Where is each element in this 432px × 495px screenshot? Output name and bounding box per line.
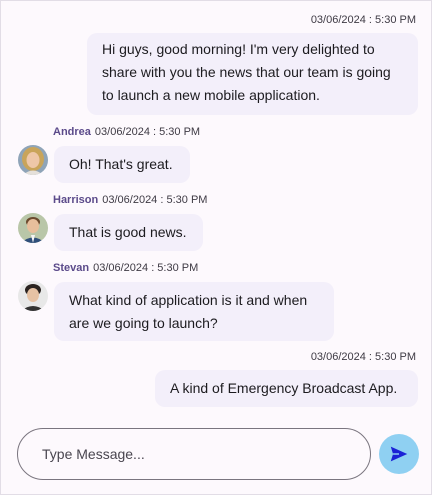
message-composer — [17, 428, 371, 480]
chat-view: 03/06/2024 : 5:30 PM Hi guys, good morni… — [0, 0, 432, 495]
outgoing-message-bubble: Hi guys, good morning! I'm very delighte… — [87, 33, 418, 115]
message-line: Hi guys, good morning! I'm very delighte… — [102, 41, 375, 57]
message-line: Oh! That's great. — [69, 156, 173, 172]
avatar-andrea — [18, 145, 48, 175]
message-line: are we going to launch? — [69, 315, 218, 331]
outgoing-message-bubble: A kind of Emergency Broadcast App. — [155, 370, 418, 407]
message-timestamp: 03/06/2024 : 5:30 PM — [93, 262, 199, 274]
message-timestamp: 03/06/2024 : 5:30 PM — [94, 126, 201, 138]
message-header: Andrea 03/06/2024 : 5:30 PM — [53, 126, 200, 138]
message-line: What kind of application is it and when — [69, 292, 308, 308]
message-line: A kind of Emergency Broadcast App. — [170, 380, 398, 396]
author-name: Andrea — [53, 126, 91, 138]
author-name: Harrison — [53, 194, 99, 206]
send-button[interactable] — [379, 434, 419, 474]
message-timestamp: 03/06/2024 : 5:30 PM — [102, 194, 208, 206]
avatar-harrison — [18, 213, 48, 243]
message-line: That is good news. — [69, 224, 187, 240]
author-name: Stevan — [53, 262, 90, 274]
incoming-message-bubble: That is good news. — [54, 214, 203, 251]
message-input[interactable] — [42, 429, 352, 479]
incoming-message-bubble: Oh! That's great. — [54, 146, 190, 183]
message-header: Stevan 03/06/2024 : 5:30 PM — [53, 262, 198, 274]
incoming-message-bubble: What kind of application is it and when … — [54, 282, 334, 341]
message-timestamp: 03/06/2024 : 5:30 PM — [310, 14, 416, 26]
message-timestamp: 03/06/2024 : 5:30 PM — [310, 351, 416, 363]
message-header: Harrison 03/06/2024 : 5:30 PM — [53, 194, 207, 206]
message-line: share with you the news that our team is… — [102, 64, 391, 80]
message-line: to launch a new mobile application. — [102, 87, 320, 103]
avatar-stevan — [18, 281, 48, 311]
send-icon — [390, 446, 408, 462]
